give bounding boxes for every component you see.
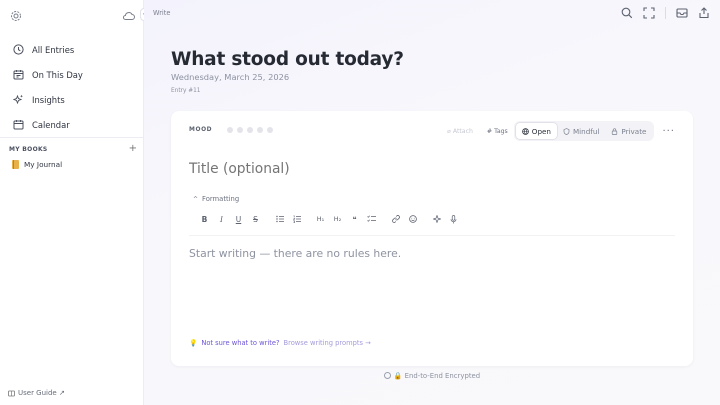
formatting-toolbar: B I U S H₁ H₂ ❝ (196, 213, 462, 225)
visibility-segmented-control: Open Mindful Private (513, 121, 655, 141)
visibility-open[interactable]: Open (515, 123, 557, 139)
entry-number: Entry #11 (171, 88, 201, 94)
cloud-icon[interactable] (122, 10, 135, 21)
numbered-list-button[interactable] (288, 213, 305, 225)
book-icon (12, 160, 19, 169)
bullet-list-button[interactable] (271, 213, 288, 225)
prompt-question: Not sure what to write? (201, 339, 280, 347)
visibility-label: Private (621, 126, 647, 136)
quote-button[interactable]: ❝ (346, 213, 363, 225)
info-icon (383, 372, 391, 379)
entry-date: Wednesday, March 25, 2026 (171, 72, 290, 82)
emoji-button[interactable] (404, 213, 421, 225)
fullscreen-icon[interactable] (643, 7, 655, 19)
toolbar-divider (189, 235, 675, 236)
mood-dot[interactable] (227, 127, 233, 133)
dictation-button[interactable] (445, 213, 462, 225)
sidebar-item-label: Calendar (32, 119, 70, 130)
lock-icon (612, 127, 618, 135)
calendar-day-icon (13, 70, 24, 80)
strikethrough-button[interactable]: S (247, 213, 264, 225)
browse-prompts-link[interactable]: Browse writing prompts → (284, 339, 371, 347)
export-icon[interactable] (698, 7, 710, 19)
clock-icon (13, 44, 24, 55)
checklist-icon (367, 215, 376, 222)
gear-icon[interactable] (10, 10, 22, 22)
link-button[interactable] (387, 213, 404, 225)
top-bar: Write (144, 0, 720, 27)
inbox-icon[interactable] (676, 7, 688, 19)
globe-icon (521, 127, 529, 135)
top-bar-actions (621, 7, 710, 19)
bold-button[interactable]: B (196, 213, 213, 225)
sidebar-item-all-entries[interactable]: All Entries (0, 37, 143, 62)
sparkle-icon (432, 215, 441, 223)
visibility-label: Open (531, 126, 551, 136)
main-panel: Write What stood out today? Wednesday, M… (144, 0, 720, 405)
add-book-button[interactable]: + (129, 144, 137, 154)
mood-dot[interactable] (267, 127, 273, 133)
italic-button[interactable]: I (213, 213, 230, 225)
encryption-status: 🔒 End-to-End Encrypted (144, 372, 720, 380)
entry-body-editor[interactable]: Start writing — there are no rules here. (189, 247, 401, 260)
numbered-list-icon (292, 215, 301, 223)
formatting-label: Formatting (202, 195, 240, 203)
checklist-button[interactable] (363, 213, 380, 225)
sidebar-item-label: Insights (32, 94, 65, 105)
search-icon[interactable] (621, 7, 633, 19)
sidebar-header: ‹ (0, 0, 148, 30)
breadcrumb: Write (153, 9, 171, 17)
heading1-button[interactable]: H₁ (312, 213, 329, 225)
sidebar-item-on-this-day[interactable]: On This Day (0, 62, 143, 87)
sidebar-item-label: All Entries (32, 44, 75, 55)
writing-prompt-hint: 💡 Not sure what to write? Browse writing… (189, 339, 371, 347)
encryption-label: 🔒 End-to-End Encrypted (393, 372, 481, 380)
sidebar-item-label: On This Day (32, 69, 83, 80)
chevron-up-icon: ^ (193, 195, 199, 203)
paperclip-icon: ⌀ (447, 127, 451, 135)
visibility-mindful[interactable]: Mindful (557, 123, 605, 139)
title-input[interactable] (189, 161, 589, 177)
sparkles-icon (13, 94, 23, 105)
books-label: MY BOOKS (9, 145, 48, 153)
editor-card: MOOD ⌀ Attach # Tags Open Mindful Privat… (171, 111, 693, 366)
mood-dot[interactable] (237, 127, 243, 133)
books-header: MY BOOKS + (9, 144, 137, 154)
microphone-icon (450, 214, 457, 223)
mood-label: MOOD (189, 127, 213, 133)
visibility-label: Mindful (572, 126, 600, 136)
tags-button[interactable]: # Tags (487, 128, 508, 135)
sidebar: ‹ All Entries On This Day Insights Calen… (0, 0, 148, 405)
calendar-icon (13, 120, 24, 130)
attach-label: Attach (452, 127, 473, 135)
lightbulb-icon: 💡 (189, 339, 198, 347)
sidebar-item-my-journal[interactable]: My Journal (12, 160, 62, 169)
mood-dot[interactable] (247, 127, 253, 133)
toolbar-separator (665, 7, 666, 19)
smiley-icon (408, 215, 417, 223)
page-title: What stood out today? (171, 49, 404, 70)
bullet-list-icon (275, 215, 284, 223)
journal-label: My Journal (24, 160, 63, 169)
underline-button[interactable]: U (230, 213, 247, 225)
user-guide-label: User Guide ↗ (18, 389, 65, 397)
heading2-button[interactable]: H₂ (329, 213, 346, 225)
shield-icon (563, 127, 570, 135)
sidebar-nav: All Entries On This Day Insights Calenda… (0, 37, 143, 137)
sidebar-item-insights[interactable]: Insights (0, 87, 143, 112)
more-options-button[interactable]: ··· (662, 126, 675, 137)
ai-assist-button[interactable] (428, 213, 445, 225)
formatting-toggle[interactable]: ^ Formatting (193, 195, 239, 203)
mood-dot[interactable] (257, 127, 263, 133)
link-icon (391, 215, 400, 223)
book-open-icon (8, 390, 15, 396)
visibility-private[interactable]: Private (605, 123, 652, 139)
mood-selector (227, 127, 273, 133)
sidebar-divider (0, 137, 143, 138)
entry-options: ⌀ Attach # Tags Open Mindful Private ··· (447, 121, 675, 141)
attach-button[interactable]: ⌀ Attach (447, 128, 473, 135)
sidebar-item-calendar[interactable]: Calendar (0, 112, 143, 137)
user-guide-link[interactable]: User Guide ↗ (8, 389, 65, 397)
